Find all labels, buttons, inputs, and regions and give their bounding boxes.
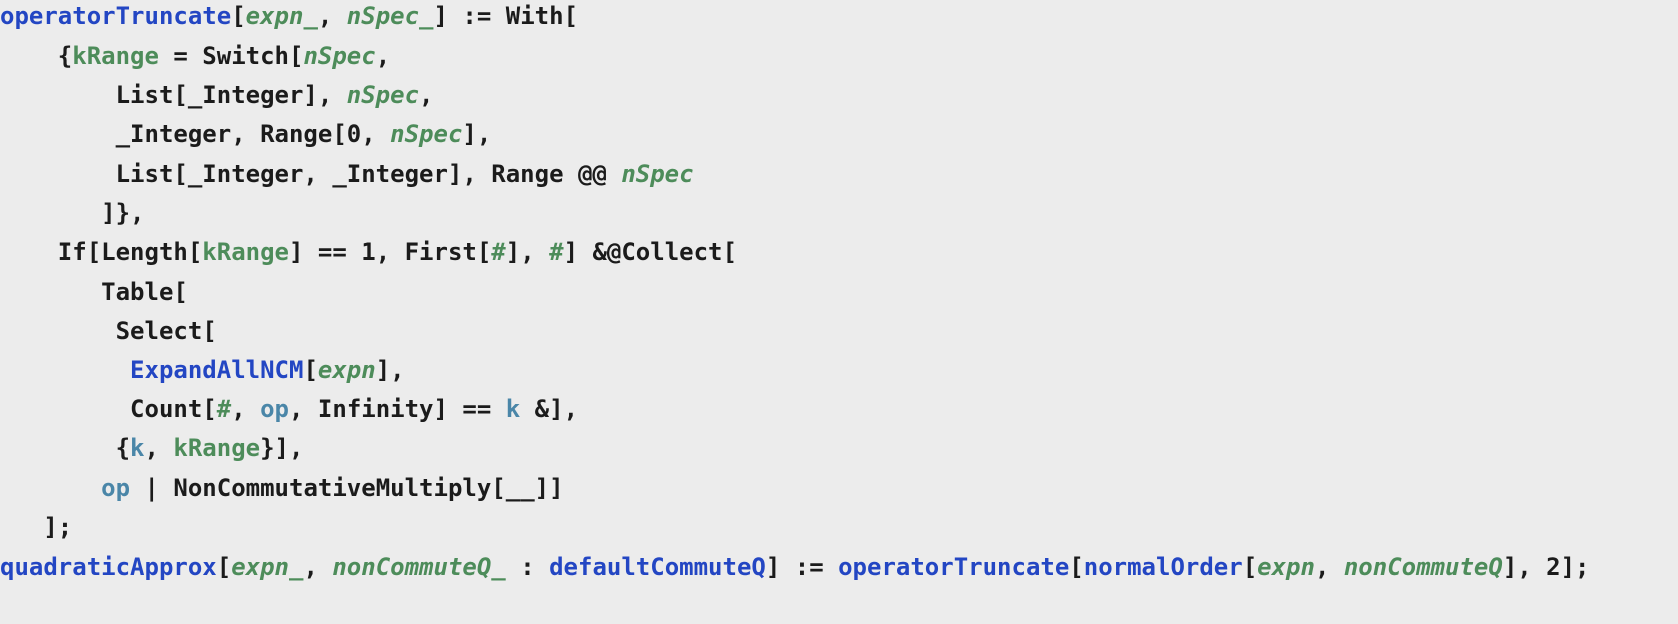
code-token: nSpec	[390, 120, 463, 148]
code-line: {kRange = Switch[nSpec,	[0, 40, 390, 72]
code-token: kRange	[202, 238, 289, 266]
code-token: | NonCommutativeMultiply[__]]	[130, 474, 564, 502]
code-token: ,	[303, 553, 333, 581]
code-line: ExpandAllNCM[expn],	[0, 354, 405, 386]
code-token: ] == 1, First[	[289, 238, 492, 266]
code-token: ,	[231, 395, 261, 423]
code-token: [	[216, 553, 232, 581]
code-token: Select[	[0, 317, 217, 345]
code-token: ], 2];	[1502, 553, 1590, 581]
code-token: defaultCommuteQ	[549, 553, 766, 581]
code-token: ,	[1314, 553, 1344, 581]
code-line: _Integer, Range[0, nSpec],	[0, 118, 492, 150]
code-token: ],	[505, 238, 550, 266]
code-line: ];	[0, 511, 72, 543]
code-token: expn	[1257, 553, 1315, 581]
code-line: {k, kRange}],	[0, 432, 304, 464]
code-token: ExpandAllNCM	[130, 356, 304, 384]
code-token: [	[1069, 553, 1084, 581]
code-token: [	[1242, 553, 1258, 581]
code-token: = Switch[	[158, 42, 304, 70]
code-token: &],	[520, 395, 579, 423]
code-line: Count[#, op, Infinity] == k &],	[0, 393, 578, 425]
code-line: List[_Integer, _Integer], Range @@ nSpec	[0, 158, 694, 190]
code-line: Table[	[0, 276, 188, 308]
code-token: :	[505, 553, 550, 581]
code-token: , Infinity] ==	[289, 395, 506, 423]
code-token: List[_Integer, _Integer], Range @@	[0, 160, 622, 188]
code-line: Select[	[0, 315, 217, 347]
code-token: #	[216, 395, 232, 423]
code-token: ],	[375, 356, 405, 384]
code-token: normalOrder	[1083, 553, 1243, 581]
code-token: ] :=	[765, 553, 839, 581]
code-token: ,	[375, 42, 391, 70]
code-line: List[_Integer], nSpec,	[0, 79, 434, 111]
code-token: expn	[317, 356, 376, 384]
code-token: kRange	[72, 42, 159, 70]
code-token: ,	[317, 2, 347, 30]
code-token: nSpec	[346, 81, 420, 109]
code-token: op	[101, 474, 131, 502]
code-token: nonCommuteQ	[1343, 553, 1503, 581]
code-token: #	[549, 238, 564, 266]
code-token: {	[0, 42, 73, 70]
code-token: expn_	[231, 553, 304, 581]
code-line: operatorTruncate[expn_, nSpec_] := With[	[0, 0, 578, 32]
code-token: ];	[0, 513, 73, 541]
code-token: Table[	[0, 278, 188, 306]
code-token: operatorTruncate	[0, 2, 232, 30]
code-token: nSpec	[621, 160, 694, 188]
code-token: expn_	[245, 2, 318, 30]
code-line: op | NonCommutativeMultiply[__]]	[0, 472, 564, 504]
code-token: nSpec_	[346, 2, 434, 30]
code-token: }],	[260, 434, 304, 462]
code-token: If[Length[	[0, 238, 203, 266]
code-token: k	[505, 395, 521, 423]
code-line: ]},	[0, 197, 145, 229]
code-token: ,	[419, 81, 434, 109]
code-token: quadraticApprox	[0, 553, 217, 581]
code-token: List[_Integer],	[0, 81, 347, 109]
code-token: [	[231, 2, 246, 30]
code-token: ],	[462, 120, 492, 148]
code-token: k	[130, 434, 145, 462]
code-token: nonCommuteQ_	[332, 553, 506, 581]
code-token: ]},	[0, 199, 145, 227]
code-token: ,	[144, 434, 174, 462]
code-token: kRange	[173, 434, 261, 462]
code-token: ] &@Collect[	[563, 238, 737, 266]
code-line: quadraticApprox[expn_, nonCommuteQ_ : de…	[0, 551, 1590, 583]
code-token: _Integer, Range[0,	[0, 120, 391, 148]
code-token: [	[303, 356, 318, 384]
code-token: operatorTruncate	[838, 553, 1070, 581]
code-token: op	[260, 395, 290, 423]
code-token: ] := With[	[433, 2, 579, 30]
code-line: If[Length[kRange] == 1, First[#], #] &@C…	[0, 236, 737, 268]
code-token: Count[	[0, 395, 217, 423]
code-token: #	[491, 238, 506, 266]
code-token: {	[0, 434, 131, 462]
code-token: nSpec	[303, 42, 376, 70]
code-cell[interactable]: operatorTruncate[expn_, nSpec_] := With[…	[0, 0, 1678, 624]
